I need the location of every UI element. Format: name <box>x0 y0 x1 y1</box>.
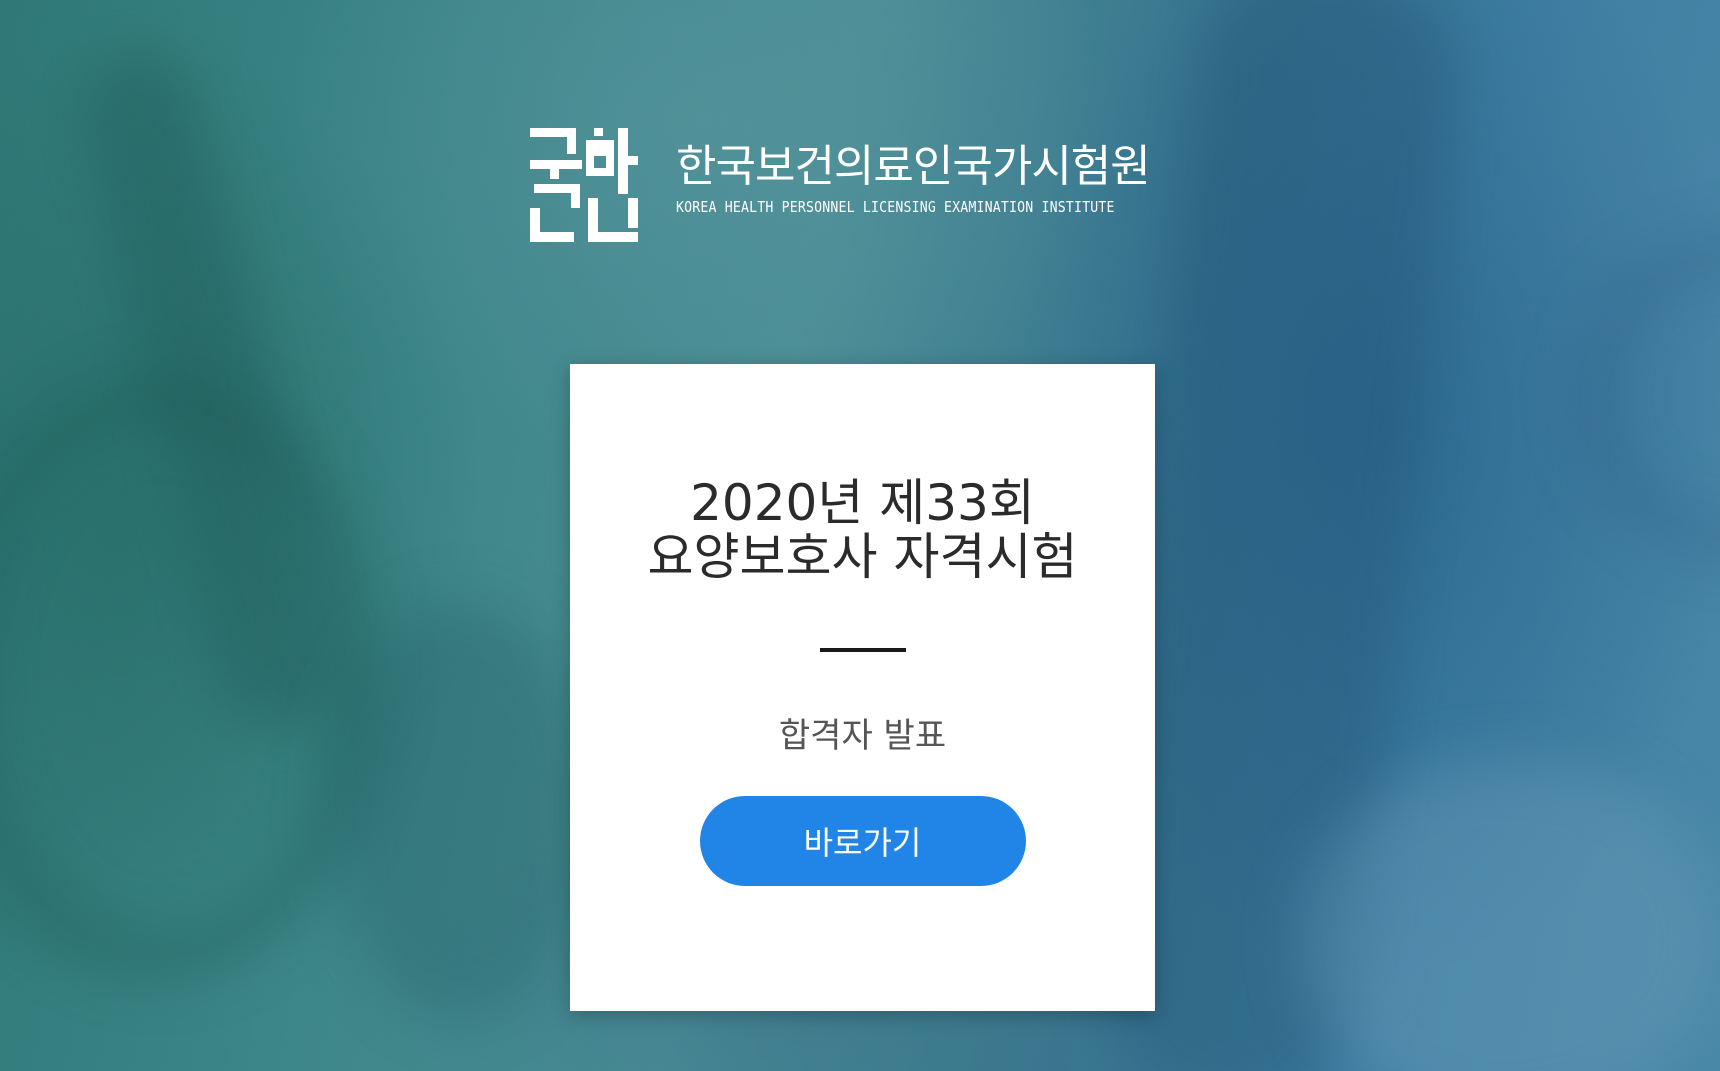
site-logo: 한국보건의료인국가시험원 KOREA HEALTH PERSONNEL LICE… <box>530 128 1174 242</box>
card-title-line1: 2020년 제33회 <box>690 474 1035 532</box>
card-title: 2020년 제33회 요양보호사 자격시험 <box>570 476 1155 584</box>
title-divider <box>819 648 906 652</box>
logo-korean-name: 한국보건의료인국가시험원 <box>676 141 1151 192</box>
logo-english-name: KOREA HEALTH PERSONNEL LICENSING EXAMINA… <box>676 198 1115 216</box>
background-blur-shape <box>330 600 590 1020</box>
go-button[interactable]: 바로가기 <box>699 796 1026 886</box>
announcement-card: 2020년 제33회 요양보호사 자격시험 합격자 발표 바로가기 <box>570 364 1155 1011</box>
background-blur-shape <box>1580 240 1720 552</box>
card-subtitle: 합격자 발표 <box>778 716 947 756</box>
page-background: 한국보건의료인국가시험원 KOREA HEALTH PERSONNEL LICE… <box>0 0 1720 1071</box>
kuksiwon-logo-icon <box>530 128 646 242</box>
card-title-line2: 요양보호사 자격시험 <box>647 528 1078 586</box>
logo-text: 한국보건의료인국가시험원 KOREA HEALTH PERSONNEL LICE… <box>676 128 1174 217</box>
